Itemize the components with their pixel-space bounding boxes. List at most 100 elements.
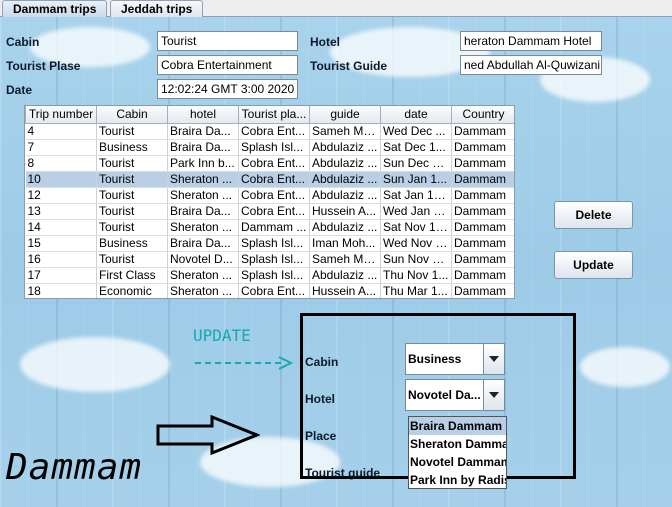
table-cell[interactable]: Tourist — [96, 203, 168, 220]
table-cell[interactable]: 7 — [25, 139, 97, 156]
table-row[interactable]: 10 Tourist Sheraton ... Cobra Ent... Abdulaz… — [25, 171, 514, 188]
table-cell[interactable]: Wed Jan 1... — [380, 203, 452, 220]
table-cell[interactable]: 14 — [25, 219, 97, 236]
table-cell[interactable]: Dammam — [451, 251, 514, 268]
cabin-field[interactable]: Tourist — [157, 31, 298, 51]
table-row[interactable]: 17 First Class Sheraton ... Splash Isl... Ab… — [25, 267, 514, 284]
chevron-down-icon[interactable] — [483, 380, 504, 410]
table-cell[interactable]: Dammam — [451, 283, 514, 298]
table-cell[interactable]: Sheraton ... — [167, 283, 239, 298]
date-field[interactable]: 12:02:24 GMT 3:00 2020 — [157, 79, 298, 99]
table-cell[interactable]: Dammam — [451, 267, 514, 284]
table-cell[interactable]: Sheraton ... — [167, 171, 239, 188]
dropdown-option[interactable]: Novotel Dammam — [409, 453, 506, 471]
table-row[interactable]: 15 Business Braira Da... Splash Isl... Iman … — [25, 235, 514, 252]
table-cell[interactable]: 10 — [25, 171, 97, 188]
table-row[interactable]: 14 Tourist Sheraton ... Dammam ... Abdulaziz… — [25, 219, 514, 236]
table-cell[interactable]: Braira Da... — [167, 139, 239, 156]
table-cell[interactable]: Dammam — [451, 171, 514, 188]
table-cell[interactable]: Tourist — [96, 123, 168, 140]
table-cell[interactable]: 17 — [25, 267, 97, 284]
table-row[interactable]: 16 Tourist Novotel D... Splash Isl... Sameh … — [25, 251, 514, 268]
table-cell[interactable]: 18 — [25, 283, 97, 298]
table-cell[interactable]: Business — [96, 139, 168, 156]
table-row[interactable]: 8 Tourist Park Inn b... Cobra Ent... Abdulaz… — [25, 155, 514, 172]
table-cell[interactable]: Sheraton ... — [167, 187, 239, 204]
column-header-cabin[interactable]: Cabin — [96, 106, 168, 124]
table-row[interactable]: 7 Business Braira Da... Splash Isl... Abdula… — [25, 139, 514, 156]
column-header-hotel[interactable]: hotel — [167, 106, 239, 124]
trips-table[interactable]: Trip number Cabin hotel Tourist pla... g… — [24, 105, 515, 299]
table-cell[interactable]: 8 — [25, 155, 97, 172]
table-cell[interactable]: Thu Nov 1... — [380, 267, 452, 284]
table-row[interactable]: 13 Tourist Braira Da... Cobra Ent... Hussein… — [25, 203, 514, 220]
table-cell[interactable]: Thu Mar 1... — [380, 283, 452, 298]
table-cell[interactable]: Splash Isl... — [238, 267, 310, 284]
column-header-date[interactable]: date — [380, 106, 452, 124]
table-cell[interactable]: Tourist — [96, 171, 168, 188]
column-header-tourist-place[interactable]: Tourist pla... — [238, 106, 310, 124]
column-header-trip-number[interactable]: Trip number — [25, 106, 97, 124]
table-cell[interactable]: 4 — [25, 123, 97, 140]
table-cell[interactable]: Braira Da... — [167, 235, 239, 252]
table-cell[interactable]: Dammam — [451, 155, 514, 172]
table-cell[interactable]: Dammam — [451, 187, 514, 204]
chevron-down-icon[interactable] — [483, 344, 504, 374]
table-cell[interactable]: Abdulaziz ... — [309, 267, 381, 284]
table-cell[interactable]: Sat Dec 1... — [380, 139, 452, 156]
dropdown-option[interactable]: Park Inn by Radis — [409, 471, 506, 488]
table-cell[interactable]: Wed Nov 1... — [380, 235, 452, 252]
table-cell[interactable]: Braira Da... — [167, 123, 239, 140]
column-header-country[interactable]: Country — [451, 106, 514, 124]
table-row[interactable]: 18 Economic Sheraton ... Cobra Ent... Hussei… — [25, 283, 514, 298]
table-cell[interactable]: Sun Nov 1... — [380, 251, 452, 268]
table-cell[interactable]: Tourist — [96, 219, 168, 236]
tab-dammam-trips[interactable]: Dammam trips — [2, 0, 108, 18]
table-cell[interactable]: Abdulaziz ... — [309, 187, 381, 204]
table-cell[interactable]: Tourist — [96, 187, 168, 204]
dropdown-option[interactable]: Braira Dammam — [409, 417, 506, 435]
table-cell[interactable]: 13 — [25, 203, 97, 220]
table-cell[interactable]: Dammam ... — [238, 219, 310, 236]
table-cell[interactable]: Splash Isl... — [238, 235, 310, 252]
table-cell[interactable]: Sat Jan 19... — [380, 187, 452, 204]
table-cell[interactable]: Tourist — [96, 251, 168, 268]
table-cell[interactable]: 12 — [25, 187, 97, 204]
table-cell[interactable]: Dammam — [451, 139, 514, 156]
delete-button[interactable]: Delete — [554, 201, 633, 229]
table-cell[interactable]: Dammam — [451, 235, 514, 252]
table-cell[interactable]: Cobra Ent... — [238, 171, 310, 188]
tourist-guide-field[interactable]: ned Abdullah Al-Quwizani — [460, 55, 602, 75]
table-cell[interactable]: Sameh Mo... — [309, 251, 381, 268]
table-cell[interactable]: Abdulaziz ... — [309, 155, 381, 172]
table-cell[interactable]: Hussein A... — [309, 283, 381, 298]
update-button[interactable]: Update — [554, 251, 633, 279]
hotel-field[interactable]: heraton Dammam Hotel — [460, 31, 602, 51]
table-cell[interactable]: Sheraton ... — [167, 219, 239, 236]
table-cell[interactable]: Sheraton ... — [167, 267, 239, 284]
table-cell[interactable]: Wed Dec ... — [380, 123, 452, 140]
table-cell[interactable]: Sat Nov 19... — [380, 219, 452, 236]
table-row[interactable]: 12 Tourist Sheraton ... Cobra Ent... Abdulaz… — [25, 187, 514, 204]
table-cell[interactable]: First Class — [96, 267, 168, 284]
table-cell[interactable]: Cobra Ent... — [238, 187, 310, 204]
table-cell[interactable]: Cobra Ent... — [238, 155, 310, 172]
table-cell[interactable]: Cobra Ent... — [238, 123, 310, 140]
table-cell[interactable]: Splash Isl... — [238, 251, 310, 268]
table-cell[interactable]: Sameh Mo... — [309, 123, 381, 140]
tourist-place-field[interactable]: Cobra Entertainment — [157, 55, 298, 75]
table-cell[interactable]: Sun Jan 1... — [380, 171, 452, 188]
table-cell[interactable]: Dammam — [451, 219, 514, 236]
table-cell[interactable]: Tourist — [96, 155, 168, 172]
table-cell[interactable]: Park Inn b... — [167, 155, 239, 172]
table-cell[interactable]: 15 — [25, 235, 97, 252]
table-cell[interactable]: Cobra Ent... — [238, 203, 310, 220]
table-cell[interactable]: Abdulaziz ... — [309, 171, 381, 188]
table-cell[interactable]: 16 — [25, 251, 97, 268]
hotel-combobox[interactable]: Novotel Da... — [405, 379, 505, 411]
table-cell[interactable]: Abdulaziz ... — [309, 219, 381, 236]
table-cell[interactable]: Sun Dec 1... — [380, 155, 452, 172]
table-cell[interactable]: Cobra Ent... — [238, 283, 310, 298]
tab-jeddah-trips[interactable]: Jeddah trips — [110, 0, 204, 17]
table-cell[interactable]: Dammam — [451, 203, 514, 220]
